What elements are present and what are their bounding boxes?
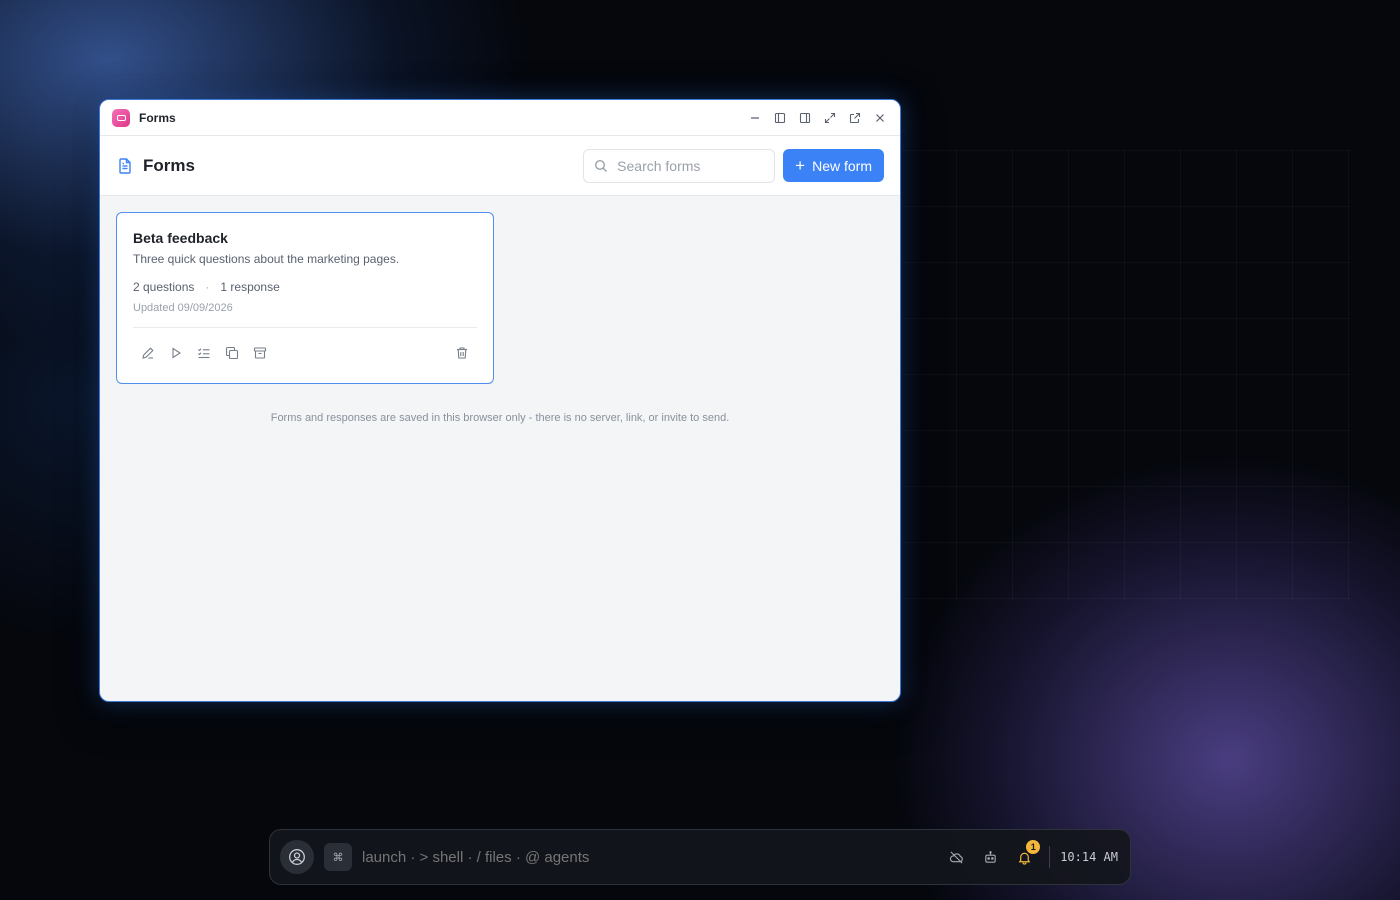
system-tray: 1 bbox=[947, 840, 1041, 866]
window-controls bbox=[747, 110, 888, 126]
snap-left-icon[interactable] bbox=[772, 110, 788, 126]
launcher-input[interactable] bbox=[362, 848, 948, 866]
robot-icon[interactable] bbox=[981, 848, 999, 866]
new-form-button[interactable]: + New form bbox=[783, 149, 884, 182]
forms-window: Forms Forms Search forms + New form Beta… bbox=[99, 99, 901, 702]
question-count: 2 questions bbox=[133, 280, 195, 294]
background-grid bbox=[900, 150, 1350, 600]
user-icon bbox=[289, 849, 305, 865]
close-icon[interactable] bbox=[872, 110, 888, 126]
cloud-off-icon[interactable] bbox=[947, 848, 965, 866]
form-card[interactable]: Beta feedback Three quick questions abou… bbox=[116, 212, 494, 384]
search-input[interactable] bbox=[617, 157, 765, 174]
meta-separator: · bbox=[205, 280, 210, 294]
plus-icon: + bbox=[795, 156, 806, 175]
page-title: Forms bbox=[143, 155, 195, 175]
search-box[interactable] bbox=[583, 148, 776, 183]
notification-bell-icon[interactable]: 1 bbox=[1015, 840, 1041, 866]
taskbar: ⌘ 1 10:14 AM bbox=[269, 829, 1131, 885]
window-title: Forms bbox=[139, 110, 176, 125]
form-updated: Updated 09/09/2026 bbox=[133, 302, 233, 314]
user-avatar[interactable] bbox=[280, 840, 314, 874]
form-title: Beta feedback bbox=[133, 230, 228, 246]
clock[interactable]: 10:14 AM bbox=[1060, 850, 1118, 864]
response-count: 1 response bbox=[220, 280, 280, 294]
pop-out-icon[interactable] bbox=[847, 110, 863, 126]
notification-badge: 1 bbox=[1026, 840, 1041, 854]
card-actions bbox=[133, 328, 477, 378]
maximize-icon[interactable] bbox=[822, 110, 838, 126]
minimize-icon[interactable] bbox=[747, 110, 763, 126]
tray-divider bbox=[1049, 846, 1051, 868]
new-form-label: New form bbox=[812, 157, 872, 174]
form-meta: 2 questions · 1 response bbox=[133, 280, 477, 294]
command-key-icon[interactable]: ⌘ bbox=[324, 843, 352, 871]
snap-right-icon[interactable] bbox=[797, 110, 813, 126]
edit-icon[interactable] bbox=[137, 342, 159, 364]
responses-list-icon[interactable] bbox=[193, 342, 215, 364]
storage-footnote: Forms and responses are saved in this br… bbox=[270, 412, 730, 424]
document-icon bbox=[116, 157, 134, 175]
window-titlebar[interactable]: Forms bbox=[100, 100, 900, 136]
forms-header: Forms + New form bbox=[100, 136, 900, 196]
archive-icon[interactable] bbox=[249, 342, 271, 364]
search-icon bbox=[595, 159, 608, 172]
play-icon[interactable] bbox=[165, 342, 187, 364]
duplicate-icon[interactable] bbox=[221, 342, 243, 364]
forms-content: Beta feedback Three quick questions abou… bbox=[100, 196, 900, 701]
trash-icon[interactable] bbox=[451, 342, 473, 364]
form-description: Three quick questions about the marketin… bbox=[133, 252, 400, 266]
forms-app-icon bbox=[112, 108, 130, 127]
